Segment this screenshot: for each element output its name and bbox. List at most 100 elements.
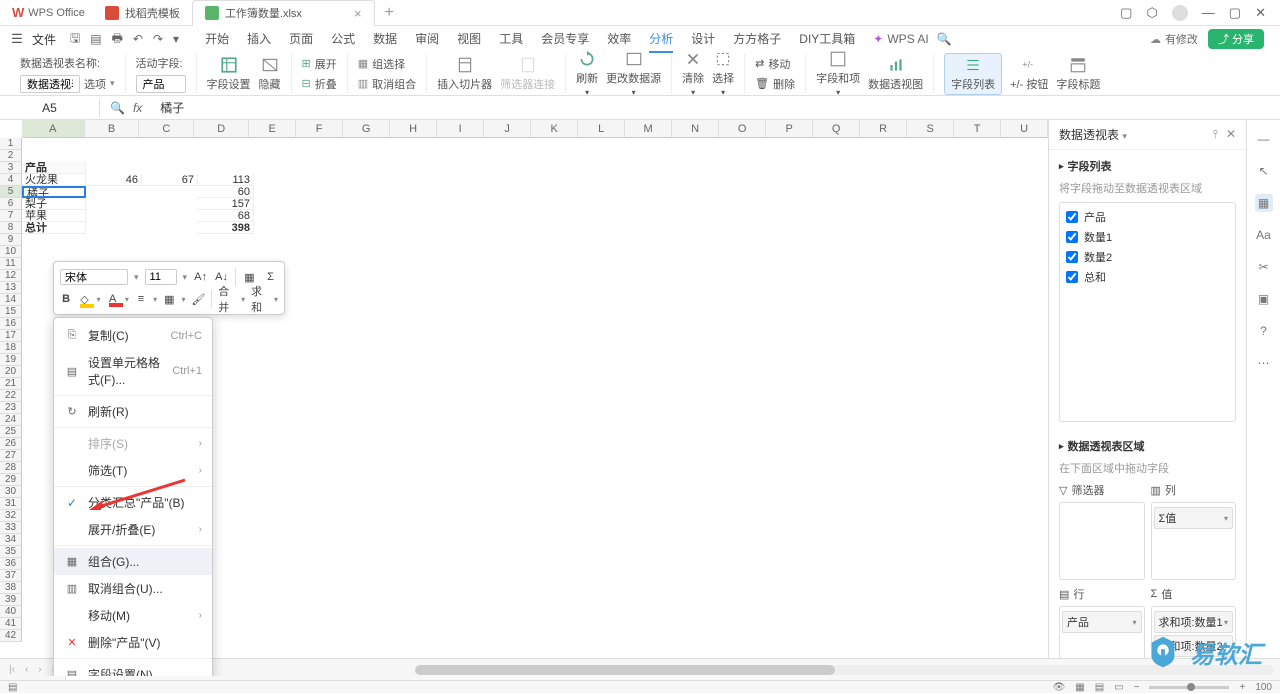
font-select[interactable]	[60, 269, 128, 285]
group-select-button[interactable]: ▦组选择	[358, 56, 405, 72]
row-header[interactable]: 19	[0, 354, 22, 366]
field-settings-button[interactable]: 字段设置	[207, 56, 251, 92]
border-icon[interactable]: ▦	[163, 291, 175, 307]
tab-view[interactable]: 视图	[457, 26, 481, 53]
delete-button[interactable]: 🗑删除	[755, 76, 795, 92]
row-area[interactable]: 产品▾	[1059, 606, 1145, 666]
row-header[interactable]: 38	[0, 582, 22, 594]
row-header[interactable]: 42	[0, 630, 22, 642]
fx-search-icon[interactable]: 🔍	[110, 101, 125, 115]
plus-minus-button[interactable]: +/-+/- 按钮	[1010, 56, 1048, 92]
more-icon[interactable]: ⋯	[1255, 354, 1273, 372]
cell[interactable]: 46	[86, 174, 142, 186]
close-panel-icon[interactable]: ✕	[1226, 127, 1236, 142]
zoom-in-icon[interactable]: +	[1239, 682, 1245, 693]
formula-input[interactable]: 橘子	[152, 97, 1280, 118]
minimize-icon[interactable]: —	[1202, 5, 1215, 21]
menu-ungroup[interactable]: ▥取消组合(U)...	[54, 575, 212, 602]
row-header[interactable]: 11	[0, 258, 22, 270]
chevron-down-icon[interactable]: ▾	[125, 295, 129, 304]
cell[interactable]: 113	[198, 174, 254, 186]
name-box[interactable]: A5	[0, 99, 100, 117]
tab-diy[interactable]: DIY工具箱	[799, 26, 855, 53]
chevron-down-icon[interactable]: ▾	[241, 295, 245, 304]
undo-icon[interactable]: ↶	[133, 32, 143, 46]
field-titles-button[interactable]: 字段标题	[1056, 56, 1100, 92]
row-header[interactable]: 15	[0, 306, 22, 318]
tab-formula[interactable]: 公式	[331, 26, 355, 53]
row-header[interactable]: 10	[0, 246, 22, 258]
backup-icon[interactable]: ▣	[1255, 290, 1273, 308]
row-header[interactable]: 35	[0, 546, 22, 558]
active-field-input[interactable]	[136, 75, 186, 93]
row-header[interactable]: 29	[0, 474, 22, 486]
tools-icon[interactable]: ✂	[1255, 258, 1273, 276]
menu-filter[interactable]: 筛选(T)›	[54, 457, 212, 484]
pivot-side-icon[interactable]: ▦	[1255, 194, 1273, 212]
chevron-down-icon[interactable]: ▾	[134, 272, 139, 283]
chevron-down-icon[interactable]: ▾	[181, 295, 185, 304]
row-header[interactable]: 25	[0, 426, 22, 438]
tab-workbook[interactable]: 工作簿数量.xlsx×	[192, 0, 375, 26]
menu-delete[interactable]: ✕删除"产品"(V)	[54, 629, 212, 656]
cell[interactable]: 60	[198, 186, 254, 198]
row-header[interactable]: 13	[0, 282, 22, 294]
tab-review[interactable]: 审阅	[415, 26, 439, 53]
user-icon[interactable]	[1172, 5, 1188, 21]
row-header[interactable]: 33	[0, 522, 22, 534]
style-icon[interactable]: Aa	[1255, 226, 1273, 244]
cell[interactable]: 总计	[22, 222, 86, 234]
chevron-down-icon[interactable]: ▾	[153, 295, 157, 304]
help-icon[interactable]: ?	[1255, 322, 1273, 340]
cell[interactable]: 苹果	[22, 210, 86, 222]
row-header[interactable]: 9	[0, 234, 22, 246]
chevron-down-icon[interactable]: ▾	[274, 295, 278, 304]
format-painter-icon[interactable]: 🖌	[191, 291, 205, 307]
menu-sort[interactable]: 排序(S)›	[54, 430, 212, 457]
change-src-button[interactable]: 更改数据源▾	[606, 50, 661, 97]
row-header[interactable]: 28	[0, 462, 22, 474]
menu-field-settings[interactable]: ▤字段设置(N)...	[54, 661, 212, 676]
maximize-icon[interactable]: ▢	[1229, 5, 1241, 21]
cell[interactable]: 67	[142, 174, 198, 186]
sum-label[interactable]: 求和	[251, 291, 268, 307]
area-tag[interactable]: 求和项:数量1▾	[1154, 611, 1234, 633]
row-header[interactable]: 18	[0, 342, 22, 354]
pivot-chart-button[interactable]: 数据透视图	[868, 56, 923, 92]
chevron-down-icon[interactable]: ▾	[97, 295, 101, 304]
ungroup-button[interactable]: ▥取消组合	[358, 76, 416, 92]
field-item[interactable]: 数量2	[1064, 247, 1231, 267]
tab-close-icon[interactable]: ×	[354, 6, 362, 21]
print-preview-icon[interactable]: ▤	[90, 32, 101, 46]
minimize-side-icon[interactable]: —	[1255, 130, 1273, 148]
menu-expand[interactable]: 展开/折叠(E)›	[54, 516, 212, 543]
row-header[interactable]: 8	[0, 222, 22, 234]
row-header[interactable]: 39	[0, 594, 22, 606]
row-header[interactable]: 26	[0, 438, 22, 450]
row-header[interactable]: 40	[0, 606, 22, 618]
align-icon[interactable]: ≡	[135, 291, 147, 307]
row-header[interactable]: 4	[0, 174, 22, 186]
tab-templates[interactable]: 找稻壳模板	[93, 0, 192, 26]
area-tag[interactable]: Σ值▾	[1154, 507, 1234, 529]
collapse-button[interactable]: ⊟折叠	[302, 76, 337, 92]
row-header[interactable]: 2	[0, 150, 22, 162]
options-button[interactable]: 选项	[84, 76, 106, 92]
cell[interactable]: 梨子	[22, 198, 86, 210]
zoom-value[interactable]: 100	[1255, 682, 1272, 693]
row-header[interactable]: 12	[0, 270, 22, 282]
cell[interactable]: 68	[198, 210, 254, 222]
sheet-prev-icon[interactable]: ‹	[22, 664, 31, 675]
clear-button[interactable]: 清除▾	[682, 50, 704, 97]
row-header[interactable]: 36	[0, 558, 22, 570]
menu-copy[interactable]: ⎘复制(C)Ctrl+C	[54, 322, 212, 349]
menu-group[interactable]: ▦组合(G)...	[54, 548, 212, 575]
view-read-icon[interactable]: ▭	[1114, 682, 1123, 693]
cell[interactable]: 398	[198, 222, 254, 234]
sheet-first-icon[interactable]: |‹	[6, 664, 18, 675]
field-item[interactable]: 数量1	[1064, 227, 1231, 247]
bold-icon[interactable]: B	[60, 291, 72, 307]
move-button[interactable]: ⇄移动	[755, 56, 790, 72]
filter-area[interactable]	[1059, 502, 1145, 580]
tab-insert[interactable]: 插入	[247, 26, 271, 53]
